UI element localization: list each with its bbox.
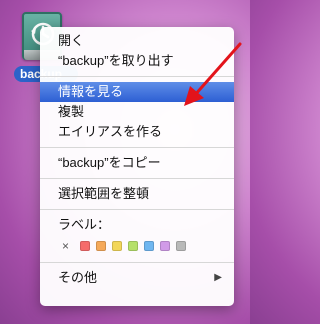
label-color-orange[interactable]	[96, 241, 106, 251]
label-color-purple[interactable]	[160, 241, 170, 251]
menu-item-clean-up-selection[interactable]: 選択範囲を整頓	[40, 184, 234, 204]
menu-separator	[40, 147, 234, 148]
menu-separator	[40, 262, 234, 263]
submenu-arrow-icon: ▶	[214, 272, 222, 283]
label-color-green[interactable]	[128, 241, 138, 251]
menu-item-more[interactable]: その他 ▶	[40, 268, 234, 288]
red-arrow-annotation	[184, 42, 242, 106]
label-color-row: ×	[40, 235, 234, 257]
label-color-yellow[interactable]	[112, 241, 122, 251]
menu-separator	[40, 209, 234, 210]
menu-separator	[40, 178, 234, 179]
label-color-blue[interactable]	[144, 241, 154, 251]
menu-item-make-alias[interactable]: エイリアスを作る	[40, 122, 234, 142]
label-color-red[interactable]	[80, 241, 90, 251]
menu-item-label-heading: ラベル：	[58, 217, 111, 232]
clear-label-icon[interactable]: ×	[62, 239, 74, 253]
menu-item-copy[interactable]: “backup”をコピー	[40, 153, 234, 173]
label-color-gray[interactable]	[176, 241, 186, 251]
menu-item-more-label: その他	[58, 270, 98, 285]
